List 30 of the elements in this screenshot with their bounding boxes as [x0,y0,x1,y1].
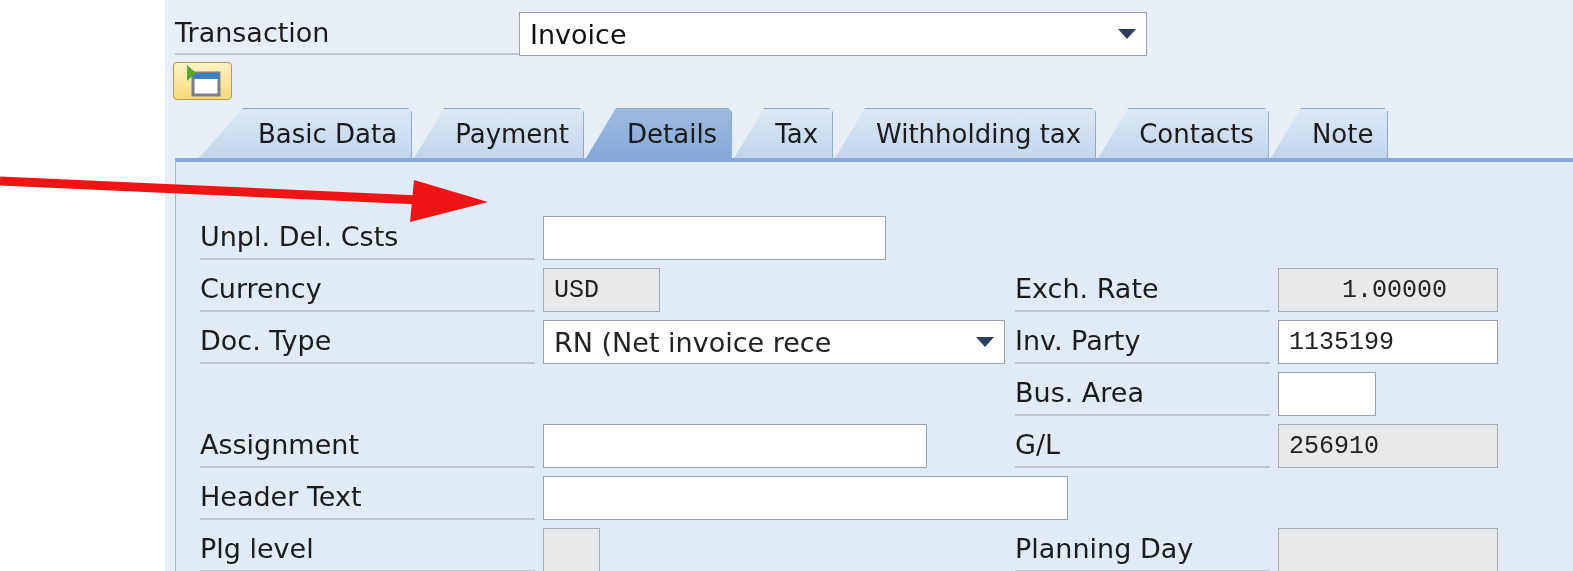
field-label: Assignment [200,424,535,468]
field-label: G/L [1015,424,1270,468]
input-field[interactable] [543,476,1068,520]
tab[interactable]: Payment [414,108,584,158]
field-label: Header Text [200,476,535,520]
input-field[interactable] [543,216,886,260]
tab[interactable]: Note [1270,108,1389,158]
field-label: Plg level [200,528,535,571]
caret-icon [1118,29,1136,39]
input-field: USD [543,268,660,312]
toggle-panel-button[interactable] [173,62,232,100]
field-label: Bus. Area [1015,372,1270,416]
transaction-dropdown[interactable]: Invoice [519,12,1147,56]
tab[interactable]: Contacts [1098,108,1269,158]
caret-icon [976,337,994,347]
field-label: Exch. Rate [1015,268,1270,312]
tab[interactable]: Details [586,108,733,158]
input-field[interactable]: 1135199 [1278,320,1498,364]
tab[interactable]: Basic Data [199,108,413,158]
input-field: 1.00000 [1278,268,1498,312]
input-field: 256910 [1278,424,1498,468]
tab[interactable]: Withholding tax [835,108,1097,158]
field-label: Planning Day [1015,528,1270,571]
doc-type-dropdown[interactable]: RN (Net invoice rece [543,320,1005,364]
tab[interactable]: Tax [734,108,834,158]
field-label: Inv. Party [1015,320,1270,364]
field-label: Doc. Type [200,320,535,364]
field-label: Currency [200,268,535,312]
input-field[interactable] [543,424,927,468]
input-field[interactable] [1278,372,1376,416]
